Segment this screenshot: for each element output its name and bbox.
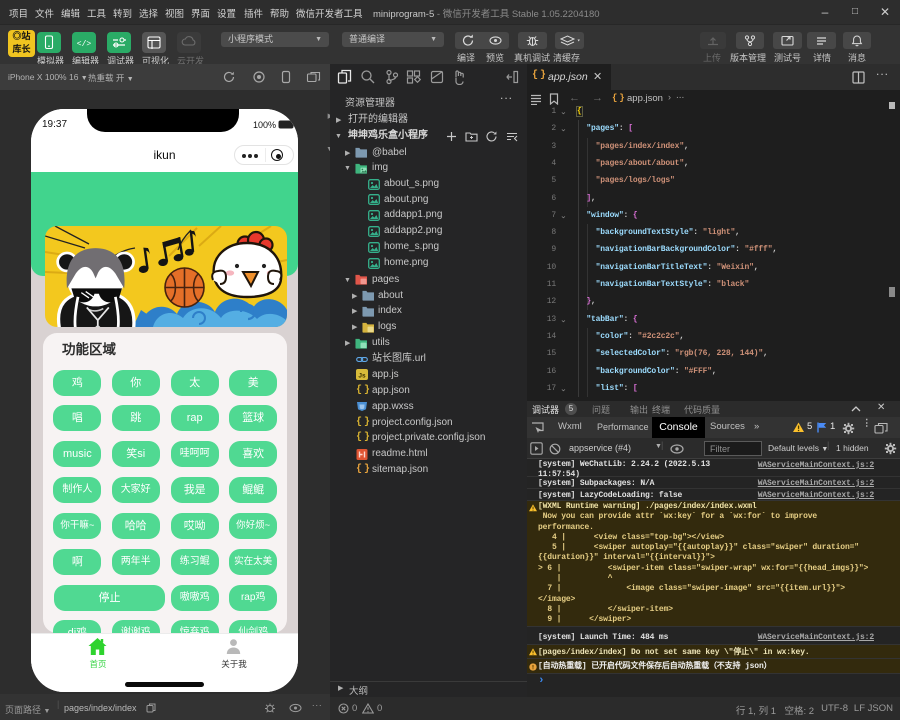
svg-text:Js: Js xyxy=(358,373,366,380)
svg-text:</>: </> xyxy=(77,40,92,49)
